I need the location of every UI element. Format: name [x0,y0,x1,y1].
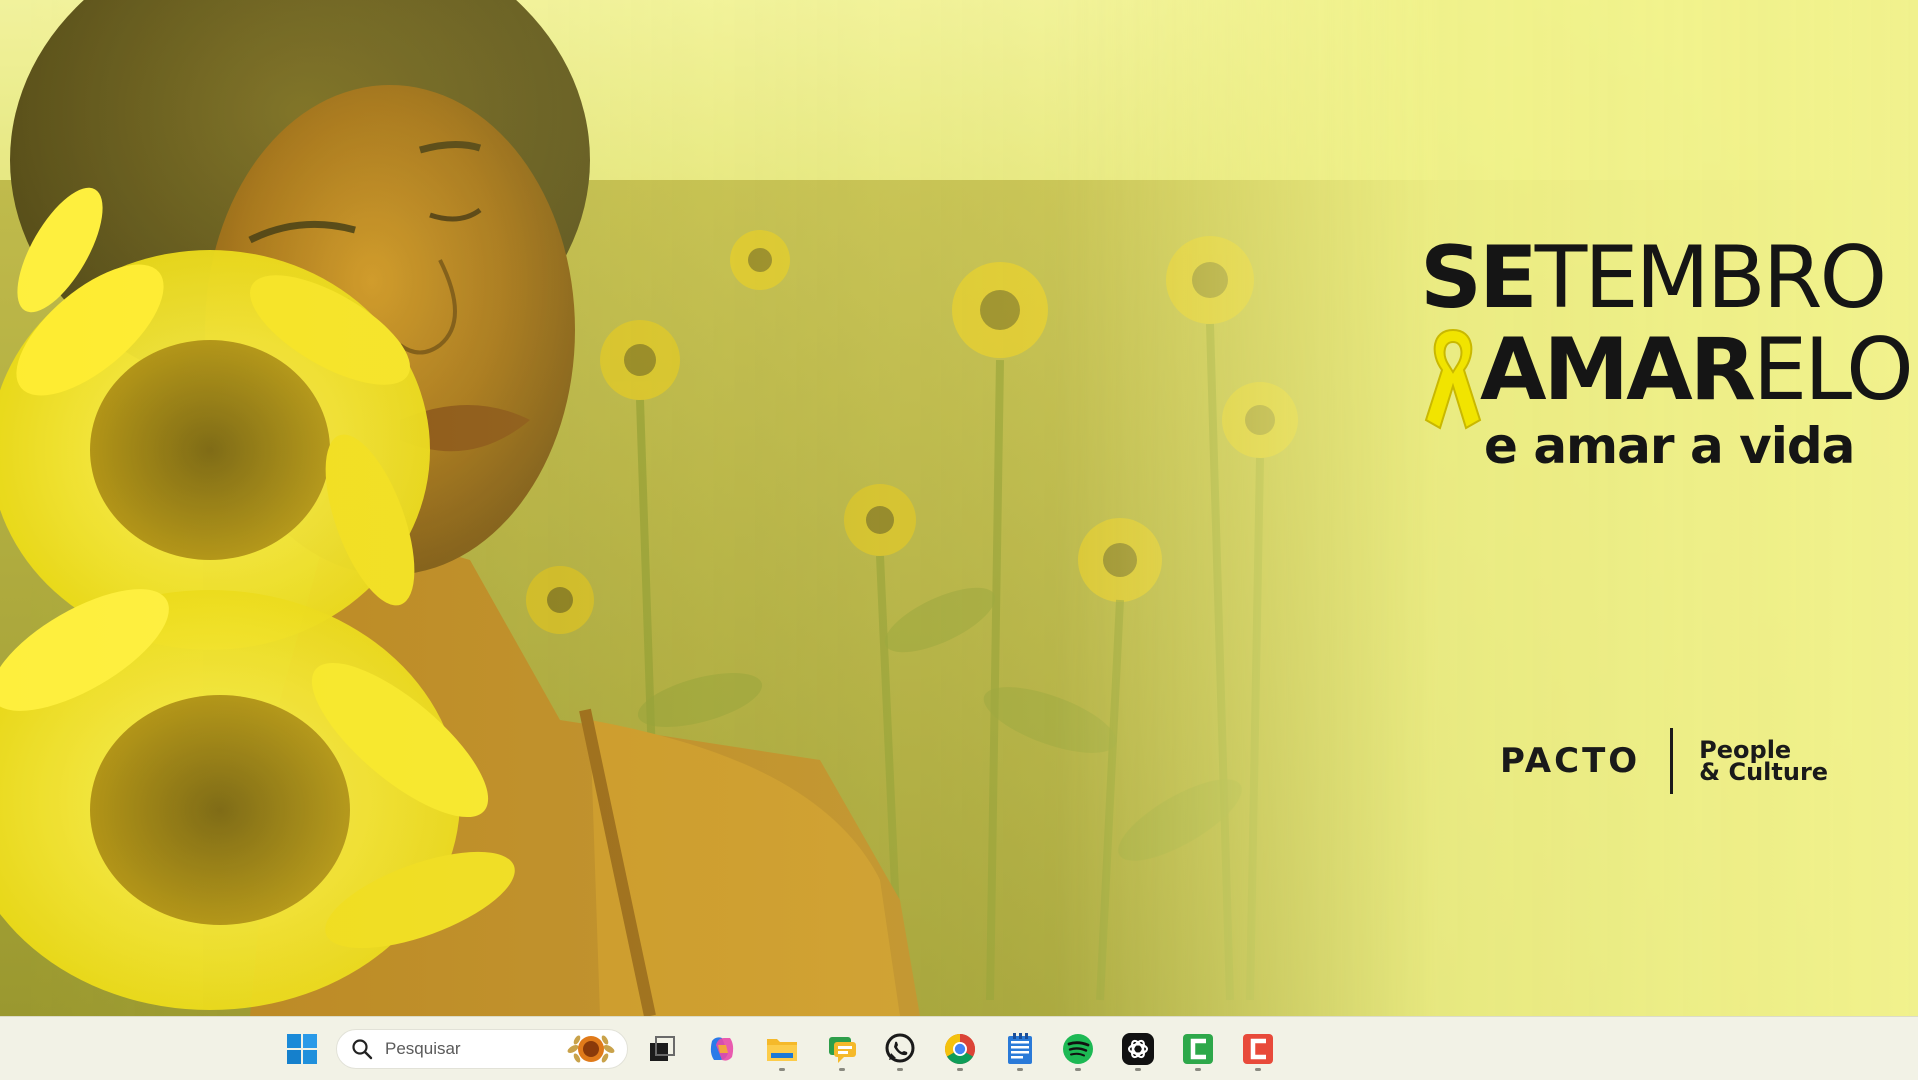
headline-amar: AMAR [1480,320,1756,420]
spotify-icon [1063,1034,1093,1064]
brand-name: PACTO [1500,741,1641,781]
start-button[interactable] [280,1027,324,1071]
taskbar-app-teams[interactable] [820,1027,864,1071]
desktop: SETEMBRO AMARELO e amar a vida PACTO Peo… [0,0,1918,1080]
copilot-icon [710,1037,734,1061]
windows-logo-icon [287,1034,317,1064]
green-c-icon [1183,1034,1213,1064]
taskbar-app-chatgpt[interactable] [1116,1027,1160,1071]
running-indicator [1135,1068,1141,1071]
brand-lockup: PACTO People & Culture [1500,728,1829,794]
search-highlight-sunflower-icon [567,1035,615,1063]
chrome-icon [944,1034,976,1065]
taskbar-app-whatsapp[interactable] [878,1027,922,1071]
brand-division: People & Culture [1699,738,1829,786]
headline-tagline: e amar a vida [1484,417,1855,475]
search-placeholder: Pesquisar [385,1039,461,1058]
taskbar: Pesquisar [0,1016,1918,1080]
yellow-ribbon-icon [1424,328,1482,430]
taskbar-app-red[interactable] [1236,1027,1280,1071]
headline-elo: ELO [1752,320,1914,420]
taskbar-app-task-view[interactable] [640,1027,684,1071]
taskbar-app-spotify[interactable] [1056,1027,1100,1071]
chatgpt-icon [1122,1033,1154,1065]
taskbar-app-copilot[interactable] [700,1027,744,1071]
campaign-headline: SETEMBRO AMARELO e amar a vida [1420,232,1914,476]
search-icon [352,1039,373,1060]
running-indicator [1195,1068,1201,1071]
whatsapp-icon [885,1033,915,1063]
running-indicator [957,1068,963,1071]
headline-line-setembro: SETEMBRO [1420,232,1900,324]
headline-line-amarelo: AMARELO [1420,324,1914,430]
wallpaper-artwork [0,0,1918,1016]
taskbar-app-chrome[interactable] [938,1027,982,1071]
running-indicator [1017,1068,1023,1071]
taskbar-app-notepad[interactable] [998,1027,1042,1071]
running-indicator [779,1068,785,1071]
headline-tembro: TEMBRO [1534,228,1888,328]
taskbar-app-file-explorer[interactable] [760,1027,804,1071]
headline-se: SE [1420,228,1538,328]
task-view-icon [650,1036,675,1061]
running-indicator [1255,1068,1261,1071]
folder-icon [767,1039,797,1061]
desktop-wallpaper: SETEMBRO AMARELO e amar a vida PACTO Peo… [0,0,1918,1016]
taskbar-app-green[interactable] [1176,1027,1220,1071]
brand-division-line2: & Culture [1699,758,1829,786]
running-indicator [897,1068,903,1071]
running-indicator [1075,1068,1081,1071]
running-indicator [839,1068,845,1071]
red-c-icon [1243,1034,1273,1064]
brand-divider [1670,728,1674,794]
notepad-icon [1008,1033,1032,1064]
taskbar-search-box[interactable]: Pesquisar [336,1029,628,1069]
chat-icon [829,1037,856,1063]
